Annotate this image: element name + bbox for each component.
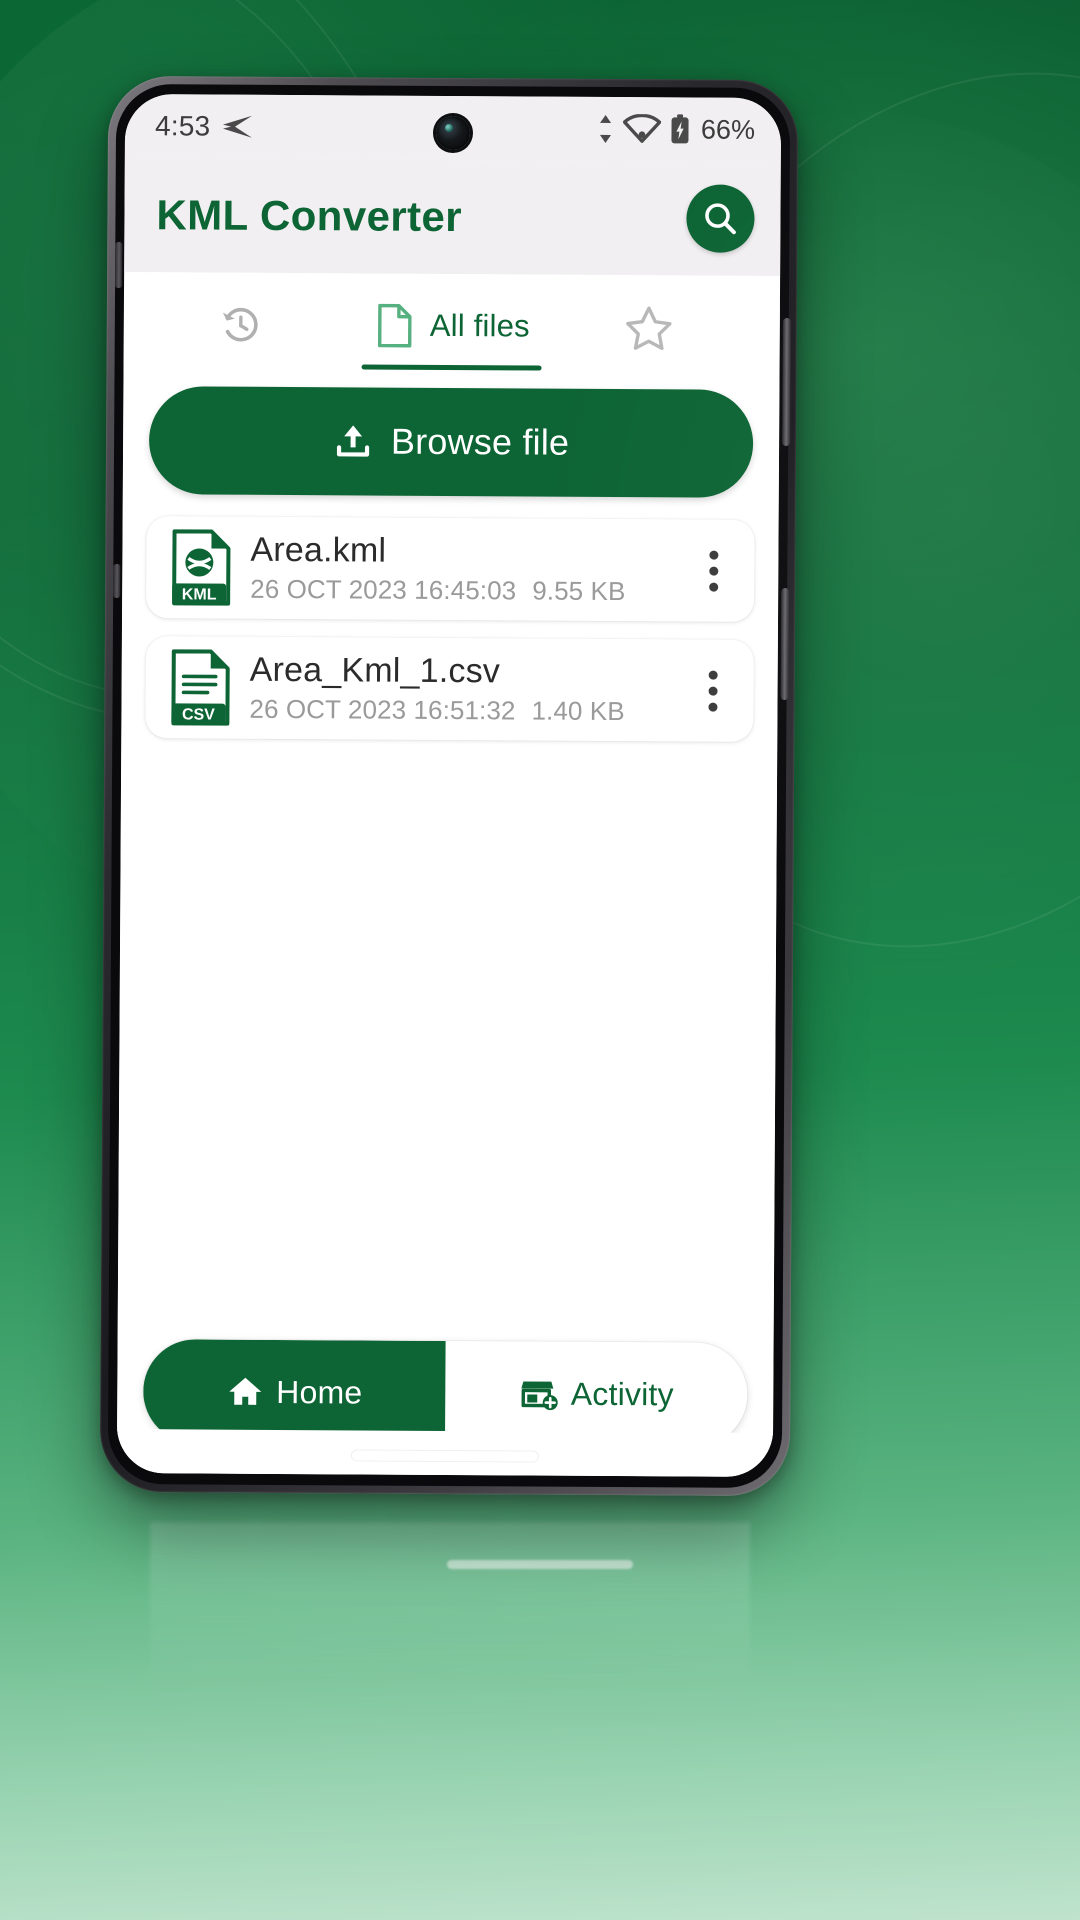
csv-file-icon: CSV bbox=[163, 648, 237, 726]
file-date: 26 OCT 2023 16:45:03 bbox=[250, 573, 517, 606]
browse-file-label: Browse file bbox=[390, 420, 570, 463]
star-outline-icon bbox=[624, 303, 674, 351]
tab-all-files[interactable]: All files bbox=[350, 273, 555, 370]
file-date: 26 OCT 2023 16:51:32 bbox=[249, 693, 516, 726]
wifi-icon bbox=[622, 114, 662, 144]
send-plane-icon bbox=[222, 114, 254, 140]
tab-favorites[interactable] bbox=[554, 275, 759, 372]
tab-bar: All files bbox=[124, 272, 781, 372]
file-name: Area.kml bbox=[250, 530, 387, 570]
content-sheet: All files Browse file KML Area.kml 26 OC… bbox=[116, 272, 781, 1477]
phone-screen: 4:53 66% KML Converter All files Browse … bbox=[116, 94, 782, 1477]
phone-reflection-indicator bbox=[447, 1560, 633, 1569]
file-size: 1.40 KB bbox=[531, 695, 625, 727]
file-document-icon bbox=[374, 302, 416, 350]
svg-text:KML: KML bbox=[182, 586, 217, 603]
status-bar-left: 4:53 bbox=[155, 110, 254, 143]
nav-item-activity-label: Activity bbox=[570, 1375, 674, 1412]
file-meta: Area.kml 26 OCT 2023 16:45:03 9.55 KB bbox=[238, 531, 680, 608]
browse-section: Browse file bbox=[123, 368, 780, 498]
side-button-left-lower[interactable] bbox=[113, 563, 121, 598]
nav-item-home-label: Home bbox=[276, 1373, 363, 1410]
file-name: Area_Kml_1.csv bbox=[249, 650, 501, 691]
file-size: 9.55 KB bbox=[532, 575, 626, 607]
tab-all-files-label: All files bbox=[429, 307, 530, 344]
volume-button[interactable] bbox=[782, 318, 791, 447]
phone-reflection bbox=[150, 1522, 750, 1732]
home-gesture-indicator[interactable] bbox=[351, 1450, 538, 1462]
store-add-icon bbox=[519, 1374, 559, 1412]
kebab-menu-icon[interactable] bbox=[679, 647, 746, 733]
page-title: KML Converter bbox=[156, 191, 463, 241]
file-subtitle: 26 OCT 2023 16:51:32 1.40 KB bbox=[249, 694, 679, 728]
file-meta: Area_Kml_1.csv 26 OCT 2023 16:51:32 1.40… bbox=[237, 651, 679, 728]
power-button[interactable] bbox=[780, 588, 790, 701]
browse-file-button[interactable]: Browse file bbox=[148, 386, 754, 498]
wallpaper-backdrop: 4:53 66% KML Converter All files Browse … bbox=[0, 0, 1080, 1920]
phone-mockup: 4:53 66% KML Converter All files Browse … bbox=[99, 75, 799, 1497]
app-bar: KML Converter bbox=[124, 158, 781, 277]
home-icon bbox=[226, 1373, 264, 1411]
table-row[interactable]: KML Area.kml 26 OCT 2023 16:45:03 9.55 K… bbox=[146, 516, 755, 622]
side-button-left-upper[interactable] bbox=[115, 241, 123, 288]
kml-file-icon: KML bbox=[164, 528, 238, 606]
upload-icon bbox=[333, 421, 373, 461]
kebab-menu-icon[interactable] bbox=[680, 527, 747, 613]
svg-text:CSV: CSV bbox=[182, 706, 215, 723]
table-row[interactable]: CSV Area_Kml_1.csv 26 OCT 2023 16:51:32 … bbox=[145, 636, 754, 742]
data-transfer-icon bbox=[597, 114, 614, 144]
file-subtitle: 26 OCT 2023 16:45:03 9.55 KB bbox=[250, 574, 680, 608]
front-camera-punch-hole bbox=[435, 115, 471, 151]
tab-recent[interactable] bbox=[146, 272, 351, 369]
search-button[interactable] bbox=[686, 184, 755, 253]
search-icon bbox=[702, 201, 738, 237]
battery-percent-label: 66% bbox=[700, 114, 756, 145]
battery-charging-icon bbox=[670, 113, 690, 145]
history-clock-icon bbox=[217, 301, 265, 349]
status-bar-right: 66% bbox=[597, 113, 755, 146]
status-bar-clock: 4:53 bbox=[154, 110, 211, 142]
file-list: KML Area.kml 26 OCT 2023 16:45:03 9.55 K… bbox=[118, 494, 779, 1343]
